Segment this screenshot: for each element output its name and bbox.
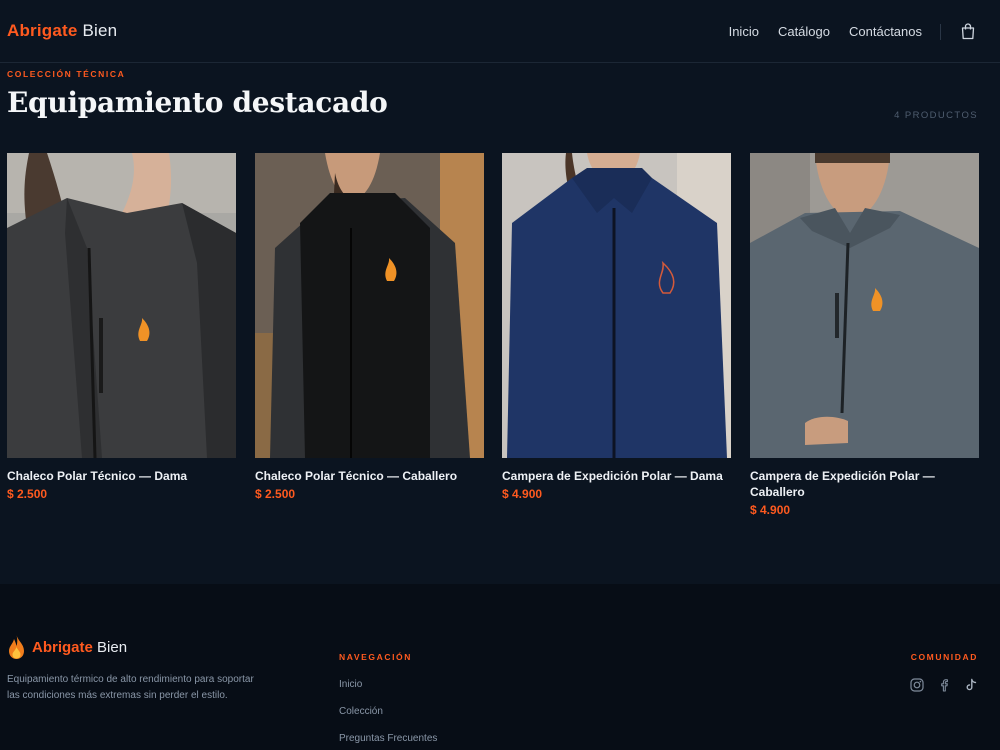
- product-name[interactable]: Campera de Expedición Polar — Caballero: [750, 468, 979, 500]
- social-links: [910, 678, 978, 692]
- product-card[interactable]: Campera de Expedición Polar — Dama $ 4.9…: [502, 153, 731, 501]
- logo-rest: Bien: [82, 21, 118, 40]
- site-logo[interactable]: Abrigate Bien: [7, 21, 117, 41]
- product-name[interactable]: Chaleco Polar Técnico — Dama: [7, 468, 236, 484]
- footer-logo[interactable]: Abrigate Bien: [7, 634, 127, 660]
- nav-divider: [940, 24, 941, 40]
- product-price: $ 2.500: [255, 487, 296, 501]
- section-title: Equipamiento destacado: [7, 86, 388, 119]
- shopping-bag-icon[interactable]: [960, 22, 976, 40]
- footer-link-faq[interactable]: Preguntas Frecuentes: [339, 733, 437, 750]
- nav-link-inicio[interactable]: Inicio: [729, 24, 759, 39]
- product-name[interactable]: Chaleco Polar Técnico — Caballero: [255, 468, 484, 484]
- product-price: $ 2.500: [7, 487, 48, 501]
- flame-icon: [9, 635, 24, 659]
- product-card[interactable]: Chaleco Polar Técnico — Dama $ 2.500: [7, 153, 236, 501]
- footer-description: Equipamiento térmico de alto rendimiento…: [7, 674, 254, 701]
- product-image[interactable]: [7, 153, 236, 458]
- product-card[interactable]: Chaleco Polar Técnico — Caballero $ 2.50…: [255, 153, 484, 501]
- logo-brand: Abrigate: [7, 21, 78, 40]
- footer-community-title: COMUNIDAD: [910, 652, 978, 662]
- facebook-icon[interactable]: [937, 678, 951, 692]
- product-price: $ 4.900: [502, 487, 543, 501]
- instagram-icon[interactable]: [910, 678, 924, 692]
- product-image[interactable]: [750, 153, 979, 458]
- footer-nav-title: NAVEGACIÓN: [339, 652, 412, 662]
- footer-link-inicio[interactable]: Inicio: [339, 679, 437, 706]
- product-price: $ 4.900: [750, 503, 791, 517]
- tiktok-icon[interactable]: [964, 678, 978, 692]
- footer-nav: Inicio Colección Preguntas Frecuentes: [339, 679, 437, 750]
- section-eyebrow: COLECCIÓN TÉCNICA: [7, 69, 126, 79]
- footer-logo-brand: Abrigate: [32, 638, 93, 656]
- product-card[interactable]: Campera de Expedición Polar — Caballero …: [750, 153, 979, 517]
- product-image[interactable]: [255, 153, 484, 458]
- nav-link-contactanos[interactable]: Contáctanos: [849, 24, 922, 39]
- nav-link-catalogo[interactable]: Catálogo: [778, 24, 830, 39]
- main-nav: Inicio Catálogo Contáctanos: [729, 24, 922, 39]
- footer-logo-rest: Bien: [97, 638, 128, 656]
- product-count: 4 PRODUCTOS: [894, 110, 978, 121]
- product-image[interactable]: [502, 153, 731, 458]
- footer-link-coleccion[interactable]: Colección: [339, 706, 437, 733]
- site-header: Abrigate Bien Inicio Catálogo Contáctano…: [0, 0, 1000, 63]
- product-name[interactable]: Campera de Expedición Polar — Dama: [502, 468, 731, 484]
- product-grid: Chaleco Polar Técnico — Dama $ 2.500 Cha…: [7, 153, 979, 533]
- site-footer: Abrigate Bien Equipamiento térmico de al…: [0, 584, 1000, 750]
